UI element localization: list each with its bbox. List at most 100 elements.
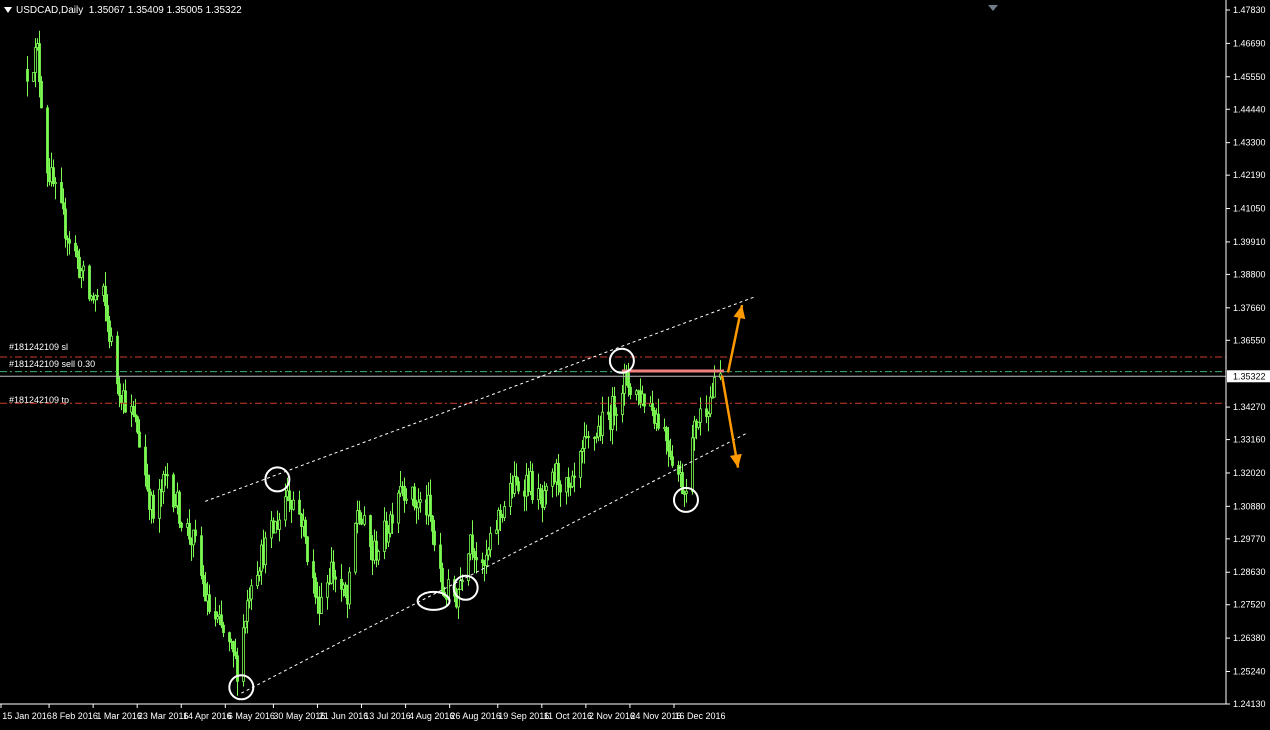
candle-body [188,523,191,540]
candle-body [38,43,41,82]
candle-body [60,182,63,204]
candle-body [499,509,502,516]
chart-window[interactable]: USDCAD,Daily 1.35067 1.35409 1.35005 1.3… [0,0,1270,730]
price-chart[interactable]: 1.35322 1.47830 1.46690 1.45550 1.44440 1.43… [0,0,1270,730]
y-tick-label: 1.38800 [1233,269,1266,279]
candle-body [46,107,49,174]
swing-circle [608,347,635,374]
levels-layer: 1.35322 [0,356,1270,404]
x-tick-label: 16 Dec 2016 [674,711,725,721]
breakdown-arrow-head [729,453,742,468]
candle-body [669,450,672,458]
axis-layer: 1.47830 1.46690 1.45550 1.44440 1.43300 1.421… [0,0,1266,721]
candle-body [314,577,317,598]
candle-body [344,584,347,596]
candle-body [643,393,646,407]
candle-body [691,437,694,492]
candle-body [397,492,400,524]
candle-body [685,490,688,494]
candle-body [417,501,420,509]
candle-body [62,202,65,210]
candle-body [515,476,518,482]
candle-body [334,576,337,580]
candle-body [166,474,169,477]
y-tick-label: 1.47830 [1233,5,1266,15]
x-tick-label: 19 Sep 2016 [498,711,549,721]
x-tick-label: 15 Jan 2016 [2,711,52,721]
candle-body [713,377,716,398]
candle-body [667,440,670,452]
candle-body [601,411,604,436]
candle-body [106,305,109,322]
candle-body [138,431,141,448]
candle-body [671,456,674,466]
candle-body [258,570,261,576]
candle-body [489,532,492,551]
candle-body [587,436,590,438]
y-tick-label: 1.25240 [1233,666,1266,676]
candle-body [82,265,85,272]
breakout-arrow-head [733,305,746,320]
candle-body [557,463,560,486]
candle-body [64,208,67,239]
x-tick-label: 21 Jun 2016 [319,711,369,721]
candle-body [433,530,436,546]
candle-body [312,561,315,579]
candle-body [579,451,582,478]
candle-body [583,436,586,449]
candle-body [697,421,700,428]
candle-body [531,471,534,501]
candle-body [200,535,203,576]
y-tick-label: 1.33160 [1233,435,1266,445]
candle-body [615,414,618,416]
candle-body [581,448,584,452]
candle-body [110,335,113,342]
candle-body [40,81,43,109]
candle-body [124,390,127,413]
candle-body [162,473,165,493]
candle-body [250,585,253,600]
candle-body [104,285,107,306]
y-tick-label: 1.29770 [1233,534,1266,544]
y-tick-label: 1.34270 [1233,402,1266,412]
candle-body [461,580,464,582]
candle-body [369,515,372,548]
candle-body [363,515,366,525]
candle-body [194,529,197,537]
candle-body [234,651,237,657]
y-tick-label: 1.27520 [1233,600,1266,610]
y-tick-label: 1.46690 [1233,38,1266,48]
swing-circle [228,674,255,701]
candle-body [228,632,231,642]
candle-body [387,532,390,543]
y-tick-label: 1.44440 [1233,104,1266,114]
candle-body [236,655,239,682]
y-tick-label: 1.43300 [1233,138,1266,148]
swing-circle [264,466,291,493]
candle-body [178,491,181,524]
candle-body [144,446,147,476]
candle-body [52,167,55,185]
candle-body [651,403,654,411]
candle-body [298,499,301,515]
x-tick-label: 14 Apr 2016 [183,711,232,721]
y-tick-label: 1.39910 [1233,237,1266,247]
candle-body [487,549,490,556]
candle-body [629,386,632,395]
candle-body [80,270,83,278]
candle-body [284,496,287,521]
current-price-label: 1.35322 [1233,371,1266,381]
y-tick-label: 1.28630 [1233,567,1266,577]
candle-body [559,484,562,493]
candle-body [292,499,295,510]
candle-body [621,392,624,415]
candle-body [623,370,626,394]
x-tick-label: 1 Mar 2016 [96,711,142,721]
candle-body [74,242,77,252]
candle-body [573,475,576,478]
swing-circle [452,574,479,601]
candle-body [481,559,484,563]
candle-body [264,537,267,566]
y-tick-label: 1.30880 [1233,501,1266,511]
candle-body [180,522,183,528]
